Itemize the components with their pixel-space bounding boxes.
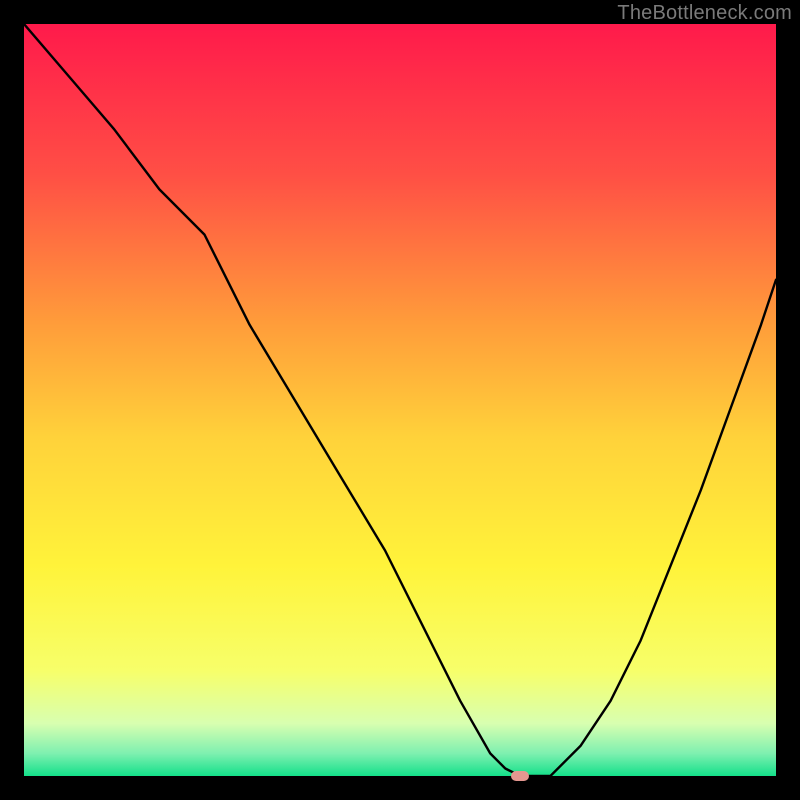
gradient-background (24, 24, 776, 776)
optimal-point-marker (511, 771, 529, 781)
chart-container: TheBottleneck.com (0, 0, 800, 800)
watermark-text: TheBottleneck.com (617, 2, 792, 25)
bottleneck-chart (24, 24, 776, 776)
